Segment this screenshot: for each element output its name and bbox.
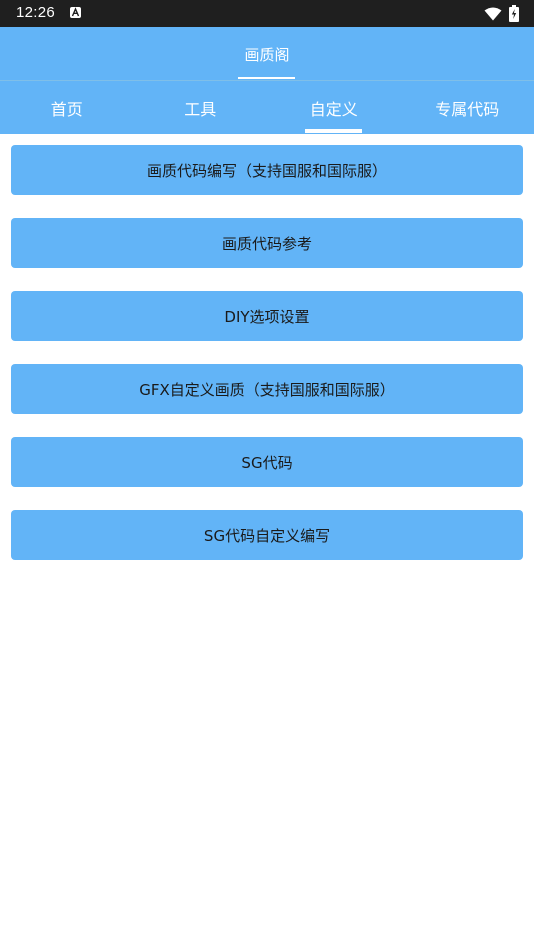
app-title: 画质阁 (244, 46, 290, 64)
title-underline (238, 77, 295, 79)
quality-code-reference-button[interactable]: 画质代码参考 (11, 218, 523, 268)
tab-tools[interactable]: 工具 (134, 81, 268, 134)
button-label: SG代码 (241, 453, 293, 472)
a-icon (70, 7, 81, 18)
option-list: 画质代码编写（支持国服和国际服） 画质代码参考 DIY选项设置 GFX自定义画质… (11, 145, 523, 583)
button-label: DIY选项设置 (224, 307, 310, 326)
app-bar: 画质阁 (0, 27, 534, 80)
tab-home[interactable]: 首页 (0, 81, 134, 134)
gfx-custom-quality-button[interactable]: GFX自定义画质（支持国服和国际服） (11, 364, 523, 414)
diy-settings-button[interactable]: DIY选项设置 (11, 291, 523, 341)
status-bar: 12:26 (0, 0, 534, 27)
tab-custom[interactable]: 自定义 (267, 81, 401, 134)
tab-label: 首页 (50, 99, 83, 119)
tab-label: 专属代码 (435, 99, 500, 119)
tab-bar: 首页 工具 自定义 专属代码 (0, 81, 534, 134)
quality-code-write-button[interactable]: 画质代码编写（支持国服和国际服） (11, 145, 523, 195)
button-label: 画质代码编写（支持国服和国际服） (146, 161, 387, 180)
battery-charging-icon (509, 5, 519, 26)
status-time: 12:26 (16, 4, 56, 21)
wifi-icon (484, 6, 502, 25)
button-label: 画质代码参考 (221, 234, 312, 253)
tab-label: 自定义 (309, 99, 358, 119)
button-label: GFX自定义画质（支持国服和国际服） (139, 380, 395, 399)
tab-exclusive-code[interactable]: 专属代码 (401, 81, 534, 134)
button-label: SG代码自定义编写 (203, 526, 331, 545)
tab-label: 工具 (184, 99, 217, 119)
sg-code-button[interactable]: SG代码 (11, 437, 523, 487)
tab-indicator (305, 129, 362, 133)
sg-code-custom-write-button[interactable]: SG代码自定义编写 (11, 510, 523, 560)
